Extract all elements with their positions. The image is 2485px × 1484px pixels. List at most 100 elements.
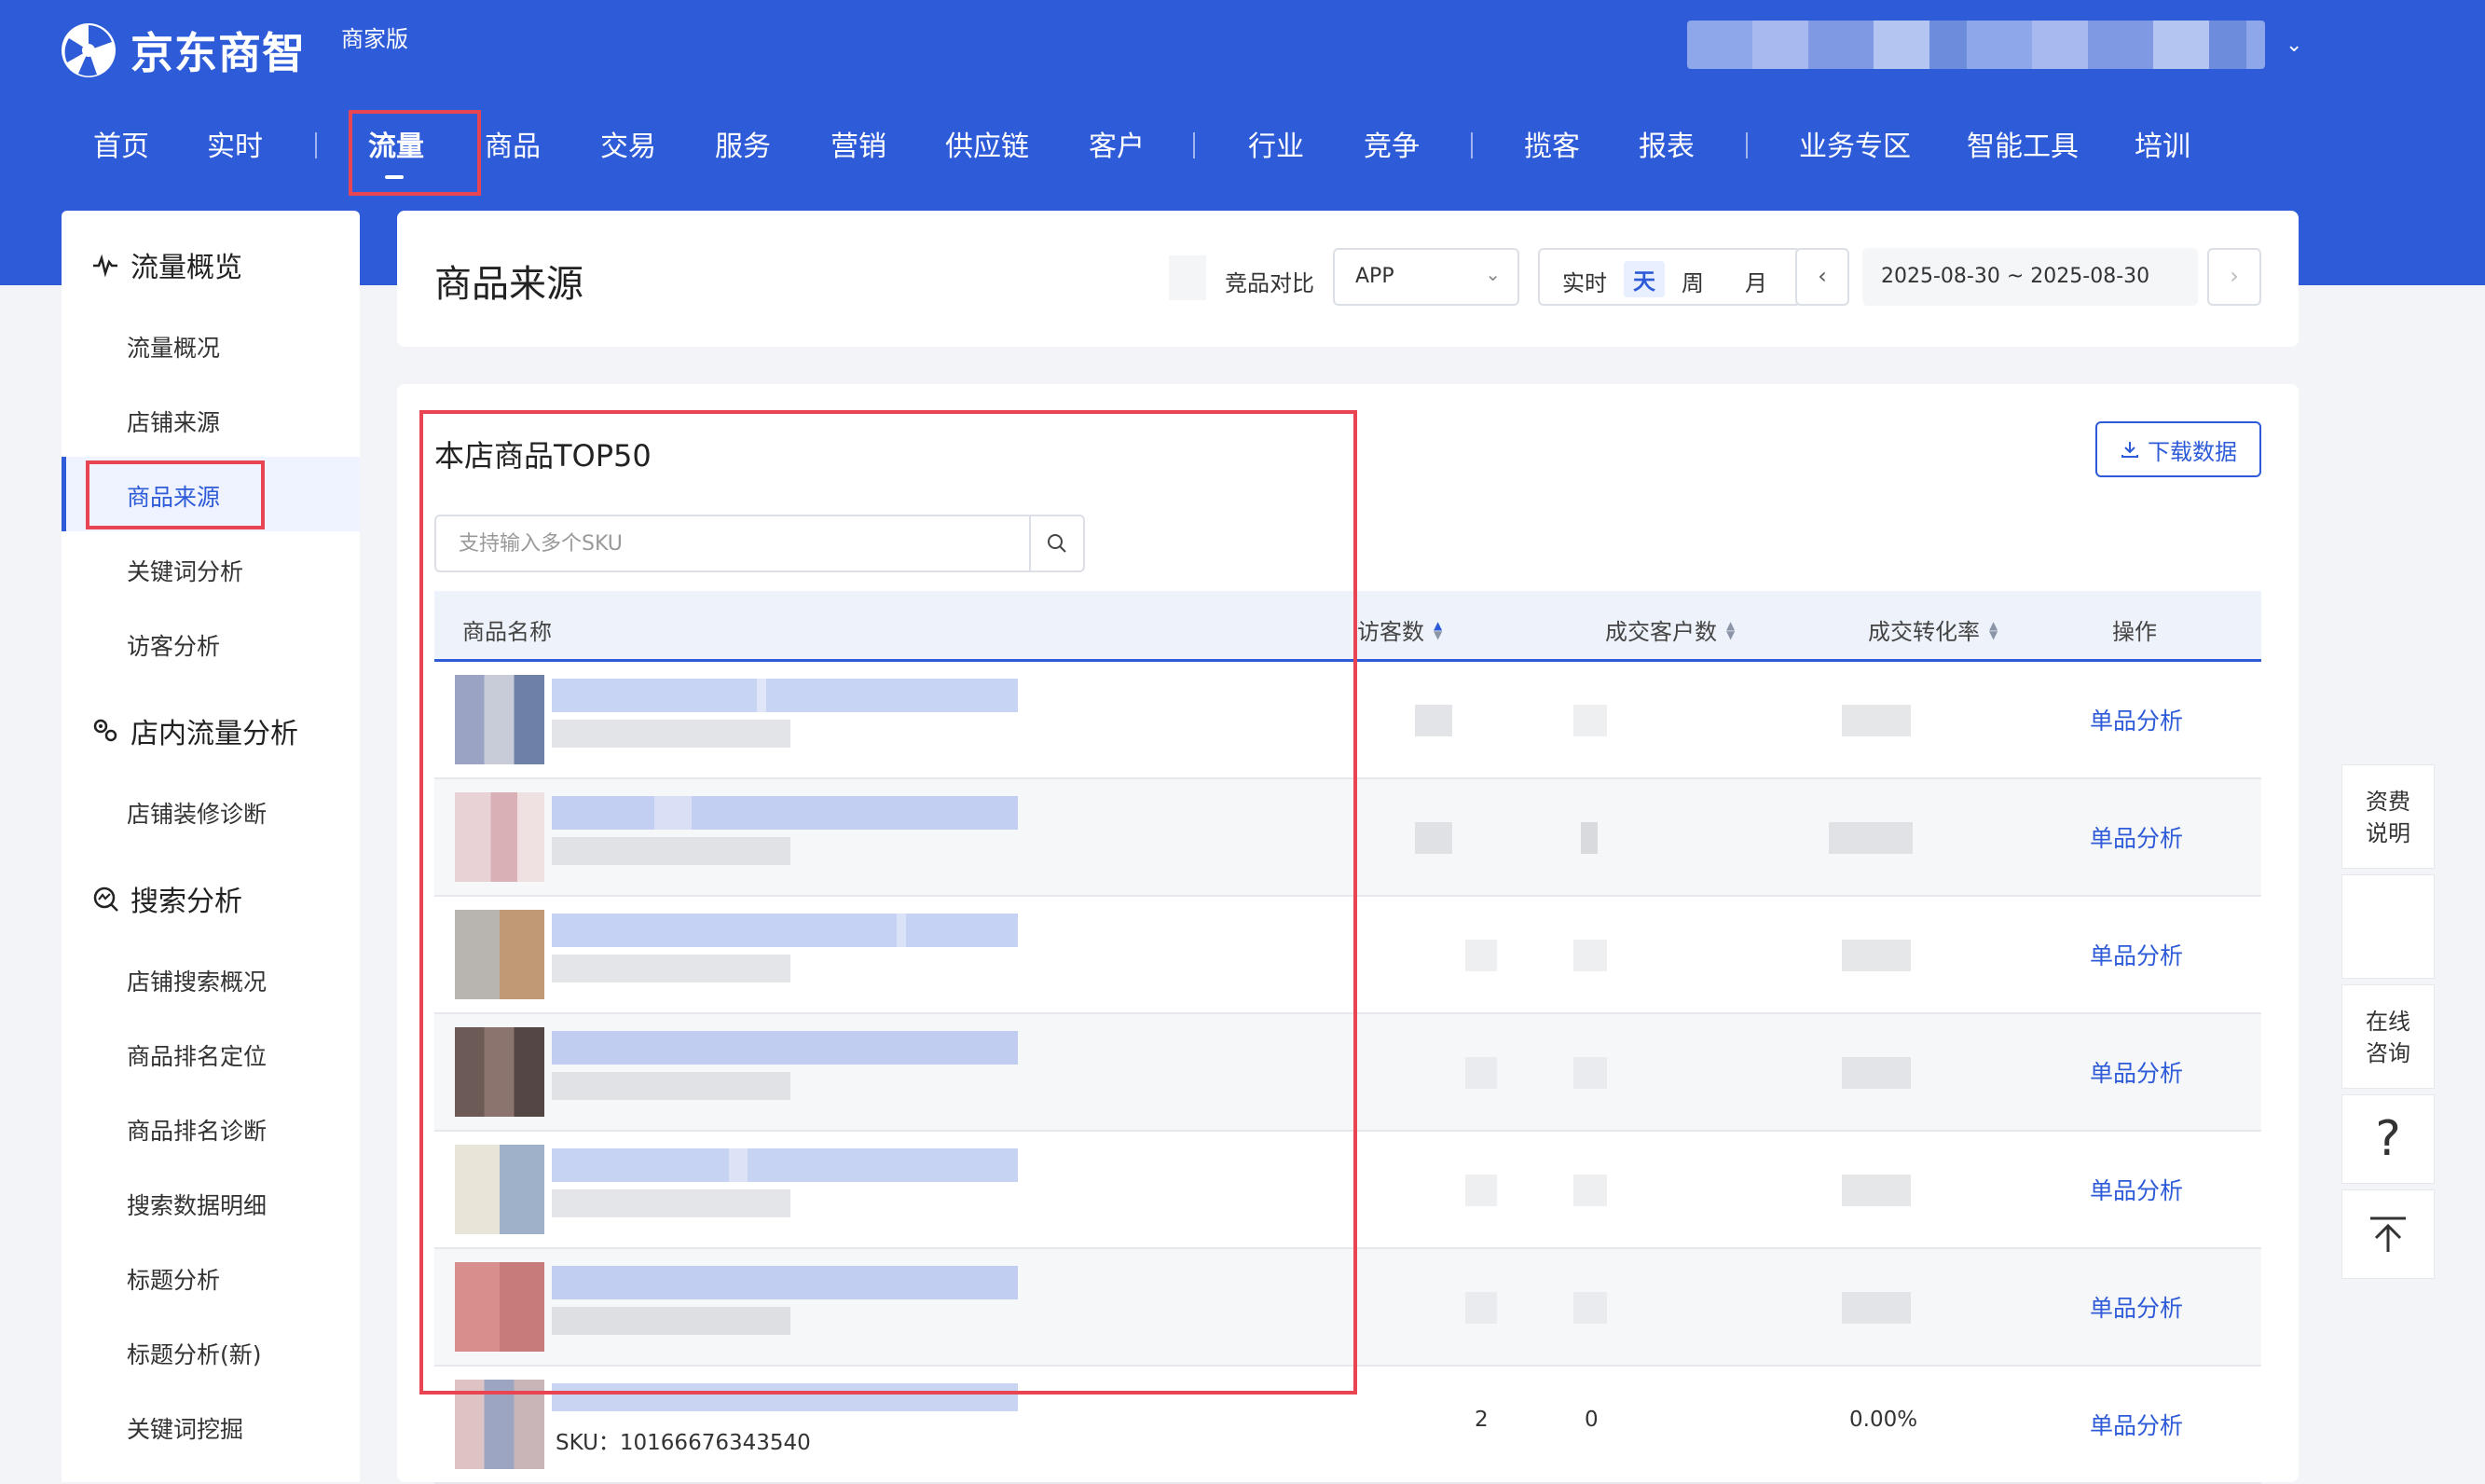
nav-divider <box>1746 132 1748 158</box>
compare-label[interactable]: 竞品对比 <box>1225 265 1314 297</box>
sort-icon[interactable]: ▲ ▼ <box>1989 620 1998 640</box>
col-action: 操作 <box>2112 619 2157 645</box>
sidebar-item-product-rank-locate[interactable]: 商品排名定位 <box>127 1038 267 1072</box>
period-day[interactable]: 天 <box>1624 261 1665 297</box>
nav-item-business-zone[interactable]: 业务专区 <box>1799 121 1911 173</box>
buyers-value: 0 <box>1585 1408 1599 1432</box>
period-realtime[interactable]: 实时 <box>1562 265 1607 297</box>
platform-select[interactable]: APP ⌄ <box>1333 248 1519 306</box>
question-icon: ? <box>2375 1111 2401 1167</box>
sidebar-item-shop-search-overview[interactable]: 店铺搜索概况 <box>127 964 267 997</box>
flow-icon <box>93 719 117 742</box>
single-product-analysis-link[interactable]: 单品分析 <box>2090 1408 2183 1441</box>
sidebar-item-traffic-summary[interactable]: 流量概况 <box>127 330 220 364</box>
conversion-blurred <box>1829 822 1913 854</box>
buyers-blurred <box>1573 1175 1607 1206</box>
conversion-blurred <box>1842 1175 1911 1206</box>
sidebar-group-traffic-overview[interactable]: 流量概览 <box>91 244 242 285</box>
fee-info-button[interactable]: 资费 说明 <box>2341 764 2435 869</box>
visitors-blurred <box>1415 822 1452 854</box>
conversion-blurred <box>1842 1057 1911 1089</box>
period-month[interactable]: 月 <box>1745 265 1767 297</box>
download-label: 下载数据 <box>2148 438 2237 465</box>
sidebar-item-title-analysis-new[interactable]: 标题分析(新) <box>127 1337 262 1370</box>
sidebar-group-label: 店内流量分析 <box>130 718 298 750</box>
visitors-blurred <box>1465 1292 1497 1324</box>
sort-icon[interactable]: ▲ ▼ <box>1434 620 1442 640</box>
visitors-blurred <box>1465 1175 1497 1206</box>
nav-item-smart-tools[interactable]: 智能工具 <box>1967 121 2079 173</box>
edition-label: 商家版 <box>341 26 408 52</box>
back-to-top-button[interactable] <box>2341 1189 2435 1279</box>
sidebar-item-shop-decoration[interactable]: 店铺装修诊断 <box>127 796 267 830</box>
nav-item-trade[interactable]: 交易 <box>600 121 656 173</box>
single-product-analysis-link[interactable]: 单品分析 <box>2090 1290 2183 1324</box>
single-product-analysis-link[interactable]: 单品分析 <box>2090 703 2183 736</box>
chevron-down-icon: ⌄ <box>1485 263 1501 285</box>
sidebar: 流量概览 流量概况 店铺来源 商品来源 关键词分析 访客分析 店内流量分析 店铺… <box>62 211 360 1482</box>
sidebar-group-label: 搜索分析 <box>130 886 242 918</box>
nav-item-marketing[interactable]: 营销 <box>831 121 886 173</box>
sidebar-item-shop-source[interactable]: 店铺来源 <box>127 405 220 438</box>
nav-item-supply-chain[interactable]: 供应链 <box>945 121 1029 173</box>
single-product-analysis-link[interactable]: 单品分析 <box>2090 938 2183 971</box>
compare-checkbox[interactable] <box>1169 255 1206 300</box>
sort-icon[interactable]: ▲ ▼ <box>1726 620 1735 640</box>
date-range-display[interactable]: 2025-08-30 ~ 2025-08-30 <box>1862 248 2198 306</box>
download-data-button[interactable]: 下载数据 <box>2095 421 2261 477</box>
nav-item-industry[interactable]: 行业 <box>1248 121 1304 173</box>
chevron-right-icon: › <box>2230 263 2239 289</box>
visitors-blurred <box>1465 1057 1497 1089</box>
nav-item-service[interactable]: 服务 <box>715 121 771 173</box>
platform-select-value: APP <box>1355 265 1394 288</box>
nav-item-reports[interactable]: 报表 <box>1639 121 1695 173</box>
nav-item-home[interactable]: 首页 <box>93 121 149 173</box>
single-product-analysis-link[interactable]: 单品分析 <box>2090 1055 2183 1089</box>
single-product-analysis-link[interactable]: 单品分析 <box>2090 820 2183 854</box>
date-next-button[interactable]: › <box>2207 248 2261 306</box>
logo[interactable]: 京东商智 <box>60 21 306 80</box>
nav-item-realtime[interactable]: 实时 <box>207 121 263 173</box>
brand-name: 京东商智 <box>130 28 306 78</box>
sidebar-item-search-detail[interactable]: 搜索数据明细 <box>127 1188 267 1221</box>
visitors-blurred <box>1415 705 1452 736</box>
conversion-blurred <box>1842 940 1911 971</box>
nav-item-product[interactable]: 商品 <box>485 121 541 173</box>
search-trend-icon <box>93 886 118 912</box>
nav-item-competition[interactable]: 竞争 <box>1364 121 1420 173</box>
single-product-analysis-link[interactable]: 单品分析 <box>2090 1173 2183 1206</box>
nav-divider <box>1471 132 1473 158</box>
visitors-blurred <box>1465 940 1497 971</box>
sidebar-group-search-analysis[interactable]: 搜索分析 <box>91 878 242 919</box>
sidebar-item-visitor-analysis[interactable]: 访客分析 <box>127 628 220 662</box>
nav-item-attract[interactable]: 揽客 <box>1524 121 1580 173</box>
sidebar-item-keyword-mining[interactable]: 关键词挖掘 <box>127 1411 243 1445</box>
sidebar-group-in-store-traffic[interactable]: 店内流量分析 <box>91 710 298 751</box>
sidebar-item-keyword-analysis[interactable]: 关键词分析 <box>127 554 243 587</box>
online-consult-button[interactable]: 在线 咨询 <box>2341 984 2435 1089</box>
sku-text: SKU：10166676343540 <box>556 1431 811 1455</box>
chevron-down-icon: ⌄ <box>2286 33 2303 57</box>
nav-item-training[interactable]: 培训 <box>2135 121 2190 173</box>
col-conversion[interactable]: 成交转化率 ▲ ▼ <box>1868 613 1998 646</box>
date-prev-button[interactable]: ‹ <box>1795 248 1849 306</box>
sidebar-item-title-analysis[interactable]: 标题分析 <box>127 1262 220 1296</box>
highlight-box-table <box>419 410 1357 1395</box>
col-visitors[interactable]: 访客数 ▲ ▼ <box>1357 613 1442 646</box>
buyers-blurred <box>1573 1057 1607 1089</box>
help-button[interactable]: ? <box>2341 1094 2435 1184</box>
nav-item-customer[interactable]: 客户 <box>1089 121 1145 173</box>
sidebar-item-product-rank-diagnose[interactable]: 商品排名诊断 <box>127 1113 267 1147</box>
account-menu[interactable]: ⌄ <box>1687 19 2302 71</box>
chevron-left-icon: ‹ <box>1818 263 1827 289</box>
blank-float-slot <box>2341 874 2435 979</box>
buyers-blurred <box>1573 1292 1607 1324</box>
conversion-value: 0.00% <box>1849 1408 1918 1432</box>
period-selector: 实时 天 周 月 <box>1538 248 1801 306</box>
nav-divider <box>1193 132 1195 158</box>
page-title: 商品来源 <box>434 263 583 306</box>
highlight-box-sidebar <box>86 460 265 529</box>
col-buyers[interactable]: 成交客户数 ▲ ▼ <box>1605 613 1735 646</box>
download-icon <box>2121 442 2138 458</box>
period-week[interactable]: 周 <box>1682 265 1704 297</box>
